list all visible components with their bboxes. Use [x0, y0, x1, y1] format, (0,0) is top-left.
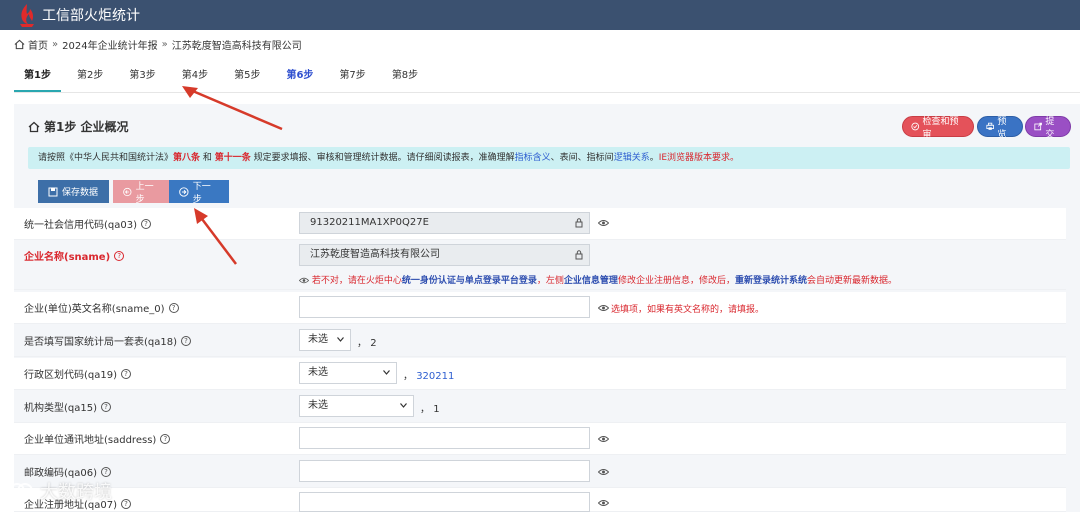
help-icon[interactable]: ?: [121, 368, 132, 379]
top-bar: 工信部火炬统计: [0, 0, 1080, 30]
arrow-right-circle-icon: [179, 186, 189, 197]
lock-icon: [575, 250, 583, 260]
annotation-arrow-icon: [182, 86, 283, 131]
address-input[interactable]: [299, 427, 590, 449]
breadcrumb-item-company: 江苏乾度智造高科技有限公司: [171, 41, 302, 52]
postcode-input[interactable]: [299, 460, 590, 482]
bureau-label: 是否填写国家统计局一套表(qa18)?: [24, 333, 192, 348]
home-icon: [28, 121, 40, 132]
law-article-8-link[interactable]: 第八条: [173, 153, 200, 163]
help-icon[interactable]: ?: [141, 218, 152, 229]
org-type-select[interactable]: 未选: [299, 395, 414, 417]
help-icon[interactable]: ?: [101, 466, 112, 477]
save-icon: [48, 187, 58, 196]
org-type-label: 机构类型(qa15)?: [24, 399, 112, 414]
address-label: 企业单位通讯地址(saddress)?: [24, 431, 171, 446]
company-name-field: 江苏乾度智造高科技有限公司: [299, 244, 590, 266]
chevron-down-icon: [337, 337, 344, 342]
annotation-arrow-icon: [194, 208, 237, 265]
tab-step-3[interactable]: 第3步: [119, 62, 165, 92]
form-row-bureau: 是否填写国家统计局一套表(qa18)? 未选 ， 2: [14, 325, 1066, 357]
form-row-postcode: 邮政编码(qa06)?: [14, 456, 1066, 488]
save-button[interactable]: 保存数据: [38, 180, 109, 203]
tabs-divider: [14, 92, 1080, 93]
form-row-reg-address: 企业注册地址(qa07)?: [14, 488, 1066, 512]
bureau-select[interactable]: 未选: [299, 329, 351, 351]
form-row-english-name: 企业(单位)英文名称(sname_0)? 选填项，如果有英文名称的，请填报。: [14, 292, 1066, 324]
help-icon[interactable]: ?: [168, 302, 179, 313]
eye-icon[interactable]: [598, 304, 609, 312]
breadcrumb-item-home[interactable]: 首页: [28, 37, 48, 52]
form-row-region: 行政区划代码(qa19)? 未选 ， 320211: [14, 358, 1066, 390]
submit-button[interactable]: 提交: [1025, 116, 1071, 140]
external-link-icon: [1034, 122, 1042, 131]
eye-icon[interactable]: [598, 499, 609, 507]
breadcrumb-item-report[interactable]: 2024年企业统计年报: [62, 37, 157, 52]
bureau-suffix: ， 2: [357, 338, 377, 349]
eye-icon[interactable]: [598, 219, 609, 227]
watermark: 大数跨境: [8, 478, 112, 504]
check-circle-icon: [911, 122, 920, 131]
help-icon[interactable]: ?: [181, 335, 192, 346]
law-article-11-link[interactable]: 第十一条: [215, 153, 251, 163]
chevron-down-icon: [383, 370, 390, 375]
preview-button[interactable]: 预览: [977, 116, 1023, 140]
tab-step-8[interactable]: 第8步: [382, 62, 428, 92]
torch-logo-icon: [20, 4, 34, 27]
form-toolbar: 保存数据 上一步 下一步: [38, 180, 229, 205]
english-name-input[interactable]: [299, 296, 590, 318]
eye-icon[interactable]: [598, 468, 609, 476]
panel-title: 第1步 企业概况: [28, 118, 129, 135]
relogin-link[interactable]: 重新登录统计系统: [735, 276, 807, 286]
english-name-label: 企业(单位)英文名称(sname_0)?: [24, 300, 179, 315]
lock-icon: [575, 218, 583, 228]
region-label: 行政区划代码(qa19)?: [24, 366, 132, 381]
org-type-suffix: ， 1: [420, 404, 440, 415]
chevron-down-icon: [400, 403, 407, 408]
breadcrumb: 首页 » 2024年企业统计年报 » 江苏乾度智造高科技有限公司: [14, 37, 302, 52]
help-icon[interactable]: ?: [114, 250, 125, 261]
help-icon[interactable]: ?: [101, 401, 112, 412]
eye-icon[interactable]: [598, 435, 609, 443]
reg-address-input[interactable]: [299, 492, 590, 512]
next-step-button[interactable]: 下一步: [169, 180, 229, 205]
help-icon[interactable]: ?: [160, 433, 171, 444]
form-row-credit-code: 统一社会信用代码(qa03)? 91320211MA1XP0Q27E: [14, 208, 1066, 240]
region-suffix: ， 320211: [403, 371, 455, 382]
tab-step-7[interactable]: 第7步: [329, 62, 375, 92]
company-name-label: 企业名称(sname)?: [24, 248, 125, 263]
prev-step-button[interactable]: 上一步: [113, 180, 169, 205]
indicator-meaning-link[interactable]: 指标含义: [515, 153, 551, 163]
logic-relation-link[interactable]: 逻辑关系: [614, 153, 650, 163]
notice-banner: 请按照《中华人民共和国统计法》第八条 和 第十一条 规定要求填报、审核和管理统计…: [28, 147, 1070, 169]
app-title: 工信部火炬统计: [42, 8, 140, 24]
breadcrumb-separator: »: [52, 39, 59, 50]
check-button[interactable]: 检查和预审: [902, 116, 974, 140]
form-row-address: 企业单位通讯地址(saddress)?: [14, 423, 1066, 455]
postcode-label: 邮政编码(qa06)?: [24, 464, 112, 479]
breadcrumb-separator: »: [161, 39, 168, 50]
tab-step-2[interactable]: 第2步: [67, 62, 113, 92]
credit-code-field: 91320211MA1XP0Q27E: [299, 212, 590, 234]
ie-requirement-link[interactable]: IE浏览器版本要求。: [659, 153, 739, 163]
eye-icon: [298, 277, 310, 284]
english-name-hint: 选填项，如果有英文名称的，请填报。: [611, 305, 765, 315]
sso-platform-link[interactable]: 统一身份认证与单点登录平台登录: [402, 276, 537, 286]
region-select[interactable]: 未选: [299, 362, 397, 384]
watermark-logo-icon: [9, 483, 33, 499]
printer-icon: [986, 122, 994, 130]
form-row-org-type: 机构类型(qa15)? 未选 ， 1: [14, 391, 1066, 423]
home-icon: [14, 39, 25, 50]
arrow-left-circle-icon: [123, 187, 132, 196]
help-icon[interactable]: ?: [121, 498, 132, 509]
credit-code-label: 统一社会信用代码(qa03)?: [24, 216, 152, 231]
panel-title-text: 第1步 企业概况: [44, 120, 129, 134]
company-name-tip: 若不对，请在火炬中心统一身份认证与单点登录平台登录，左侧企业信息管理修改企业注册…: [298, 273, 897, 286]
company-info-link[interactable]: 企业信息管理: [564, 276, 618, 286]
tab-step-1[interactable]: 第1步: [14, 62, 61, 92]
